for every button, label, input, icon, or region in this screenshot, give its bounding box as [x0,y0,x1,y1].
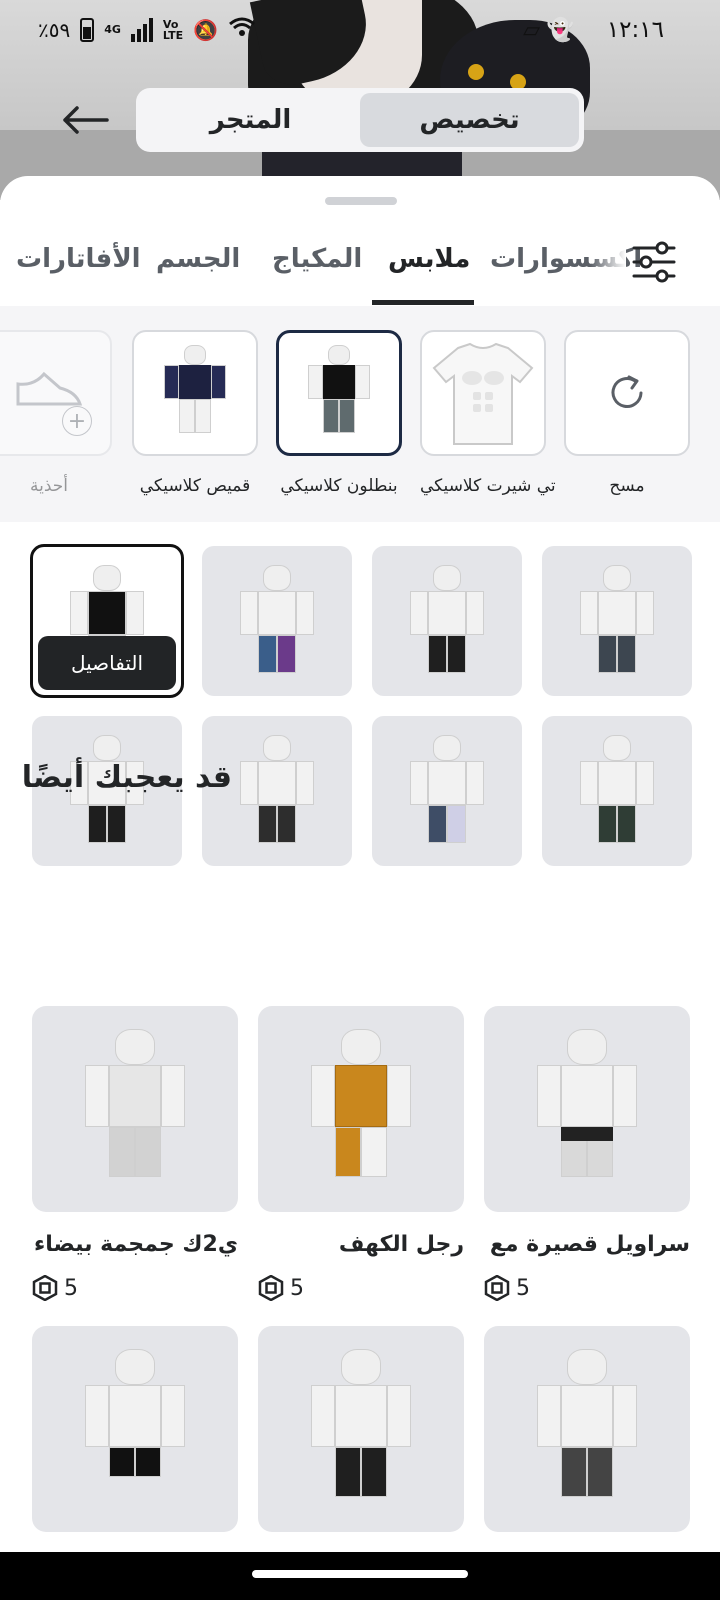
recommendations-title: قد يعجبك أيضًا [21,760,232,795]
item-tile[interactable] [542,716,692,866]
recommendation-card[interactable] [32,1326,238,1532]
tab-fade [590,236,626,292]
item-tile[interactable]: التفاصيل [30,544,184,698]
avatar-figure [575,735,659,847]
item-tile[interactable] [372,716,522,866]
subcategory-pants[interactable]: بنطلون كلاسيكي [276,330,402,496]
status-indicators: ٪٥٩ 4G Vo LTE 🔕 [38,16,256,43]
avatar-figure [235,735,319,847]
notification-icon: ▱ [523,18,540,43]
filter-sliders-icon[interactable] [632,240,676,284]
item-tile[interactable] [372,546,522,696]
battery-percent: ٪٥٩ [38,17,71,42]
mute-icon: 🔕 [193,17,219,42]
back-button[interactable] [56,96,114,144]
item-thumbnail [32,1326,238,1532]
network-type: 4G [104,23,121,36]
active-tab-indicator [372,300,474,305]
tab-shop[interactable]: المتجر [141,93,360,147]
tab-avatars[interactable]: الأفاتارات [16,244,141,274]
avatar-figure [75,1349,195,1509]
subcategory-label: أحذية [29,476,68,496]
tab-makeup[interactable]: المكياج [272,244,362,274]
pet-eye [468,64,484,80]
subcategory-label: تي شيرت كلاسيكي [420,476,556,496]
avatar-figure [405,735,489,847]
avatar-figure [575,565,659,677]
avatar-figure [527,1349,647,1509]
subcategory-shirt[interactable]: قميص كلاسيكي [132,330,258,496]
robux-icon [258,1275,284,1301]
item-thumbnail [32,1006,238,1212]
avatar-figure [527,1029,647,1189]
item-thumbnail [258,1326,464,1532]
status-bar: ١٢:١٦ 👻 ▱ ٪٥٩ 4G Vo LTE 🔕 [0,0,720,64]
recommendation-card[interactable]: رجل الكهف 5 [258,1006,464,1301]
item-thumbnail [258,1006,464,1212]
tab-customize[interactable]: تخصيص [360,93,579,147]
subcategory-shoes[interactable]: + أحذية [0,330,112,496]
avatar-figure [75,1029,195,1189]
avatar-figure [301,1349,421,1509]
robux-icon [32,1275,58,1301]
item-price: 5 [258,1275,464,1301]
subcategory-thumb [420,330,546,456]
item-price: 5 [32,1275,238,1301]
item-name: ي2ك جمجمة بيضاء [34,1232,238,1257]
status-time: ١٢:١٦ [606,17,664,43]
avatar-figure [405,565,489,677]
subcategory-label: مسح [609,476,645,496]
robux-icon [484,1275,510,1301]
tab-body[interactable]: الجسم [156,244,240,274]
avatar-figure [304,345,374,441]
add-icon: + [62,406,92,436]
price-value: 5 [64,1275,78,1301]
subcategory-label: بنطلون كلاسيكي [280,476,398,496]
system-nav-bar [0,1552,720,1600]
snapchat-icon: 👻 [546,18,574,43]
subcategory-clear[interactable]: مسح [564,330,690,496]
details-button[interactable]: التفاصيل [38,636,176,690]
subcategory-tshirt[interactable]: تي شيرت كلاسيكي [420,330,556,496]
subcategory-label: قميص كلاسيكي [139,476,251,496]
battery-icon [80,17,95,42]
avatar-figure [160,345,230,441]
item-price: 5 [484,1275,690,1301]
price-value: 5 [516,1275,530,1301]
recommendation-card[interactable] [258,1326,464,1532]
avatar-figure [301,1029,421,1189]
subcategory-thumb: + [0,330,112,456]
arrow-left-icon [63,106,109,134]
subcategory-thumb [276,330,402,456]
subcategory-thumb [132,330,258,456]
item-tile[interactable] [542,546,692,696]
item-tile[interactable] [202,546,352,696]
home-gesture-bar[interactable] [252,1570,468,1578]
subcategory-bar: مسح تي شيرت كلاسيكي بنطلون كلاسيكي قميص … [0,306,720,522]
price-value: 5 [290,1275,304,1301]
item-name: رجل الكهف [338,1232,464,1257]
item-thumbnail [484,1326,690,1532]
sheet-drag-handle[interactable] [325,197,397,205]
refresh-icon [611,375,643,408]
recommendation-card[interactable]: ي2ك جمجمة بيضاء 5 [32,1006,238,1301]
tshirt-icon [432,342,534,445]
wifi-icon [228,16,256,43]
tab-clothing[interactable]: ملابس [388,244,470,274]
signal-icon [130,17,153,42]
avatar-figure [235,565,319,677]
subcategory-thumb [564,330,690,456]
mode-switcher: تخصيص المتجر [136,88,584,152]
recommendation-card[interactable]: سراويل قصيرة مع أ... 5 [484,1006,690,1301]
volte-icon: Vo LTE [162,17,184,42]
recommendation-card[interactable] [484,1326,690,1532]
item-name: سراويل قصيرة مع أ... [484,1232,690,1257]
item-thumbnail [484,1006,690,1212]
